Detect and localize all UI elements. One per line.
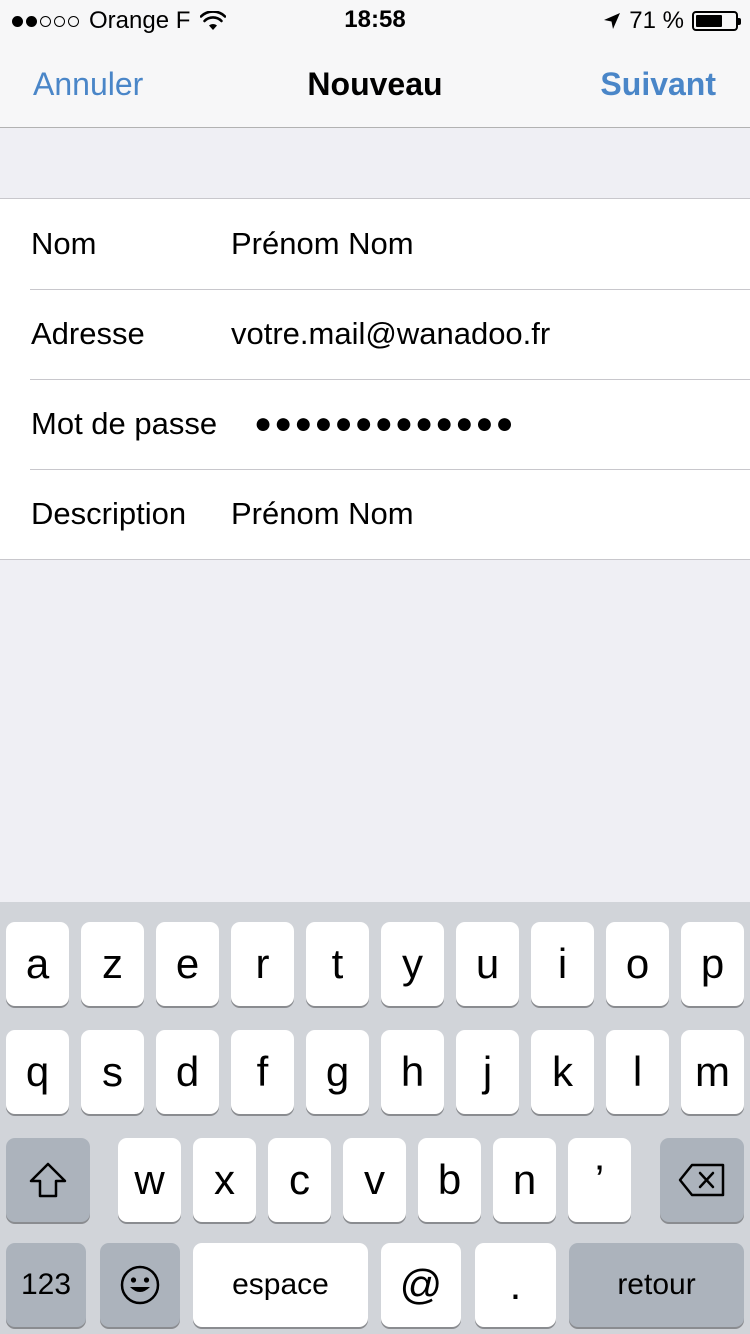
status-bar: Orange F 18:58 71 % [0, 0, 750, 40]
at-key[interactable]: @ [381, 1243, 461, 1327]
key-c[interactable]: c [268, 1138, 331, 1222]
account-form: Nom Prénom Nom Adresse votre.mail@wanado… [0, 198, 750, 560]
key-u[interactable]: u [456, 922, 519, 1006]
navigation-bar: Annuler Nouveau Suivant [0, 40, 750, 128]
keyboard: a z e r t y u i o p q s d f g h j k l m … [0, 902, 750, 1334]
battery-icon [692, 11, 741, 31]
description-row[interactable]: Description Prénom Nom [0, 469, 750, 559]
key-i[interactable]: i [531, 922, 594, 1006]
key-b[interactable]: b [418, 1138, 481, 1222]
description-field[interactable]: Prénom Nom [231, 496, 414, 532]
key-d[interactable]: d [156, 1030, 219, 1114]
key-k[interactable]: k [531, 1030, 594, 1114]
dot-key[interactable]: . [475, 1243, 556, 1327]
shift-key[interactable] [6, 1138, 90, 1222]
key-x[interactable]: x [193, 1138, 256, 1222]
key-h[interactable]: h [381, 1030, 444, 1114]
key-p[interactable]: p [681, 922, 744, 1006]
key-n[interactable]: n [493, 1138, 556, 1222]
shift-icon [29, 1162, 67, 1198]
key-l[interactable]: l [606, 1030, 669, 1114]
key-w[interactable]: w [118, 1138, 181, 1222]
key-y[interactable]: y [381, 922, 444, 1006]
backspace-icon [678, 1163, 725, 1197]
key-g[interactable]: g [306, 1030, 369, 1114]
battery-fill [696, 15, 722, 27]
key-t[interactable]: t [306, 922, 369, 1006]
location-arrow-icon [604, 13, 621, 29]
backspace-key[interactable] [660, 1138, 744, 1222]
next-button[interactable]: Suivant [600, 66, 716, 102]
numbers-key[interactable]: 123 [6, 1243, 86, 1327]
key-r[interactable]: r [231, 922, 294, 1006]
key-q[interactable]: q [6, 1030, 69, 1114]
key-m[interactable]: m [681, 1030, 744, 1114]
name-field[interactable]: Prénom Nom [231, 226, 414, 262]
key-s[interactable]: s [81, 1030, 144, 1114]
return-key[interactable]: retour [569, 1243, 744, 1327]
key-v[interactable]: v [343, 1138, 406, 1222]
emoji-icon [120, 1265, 160, 1305]
address-label: Adresse [31, 316, 145, 351]
name-row[interactable]: Nom Prénom Nom [0, 199, 750, 289]
space-key[interactable]: espace [193, 1243, 368, 1327]
emoji-key[interactable] [100, 1243, 180, 1327]
password-row[interactable]: Mot de passe ●●●●●●●●●●●●● [0, 379, 750, 469]
battery-percent: 71 % [629, 7, 684, 34]
key-o[interactable]: o [606, 922, 669, 1006]
key-e[interactable]: e [156, 922, 219, 1006]
email-field[interactable]: votre.mail@wanadoo.fr [231, 316, 550, 352]
description-label: Description [31, 496, 187, 531]
key-apostrophe[interactable]: ’ [568, 1138, 631, 1222]
address-row[interactable]: Adresse votre.mail@wanadoo.fr [0, 289, 750, 379]
password-label: Mot de passe [31, 406, 218, 441]
key-z[interactable]: z [81, 922, 144, 1006]
key-j[interactable]: j [456, 1030, 519, 1114]
cancel-button[interactable]: Annuler [33, 66, 143, 102]
status-right: 71 % [603, 7, 741, 35]
name-label: Nom [31, 226, 97, 261]
key-a[interactable]: a [6, 922, 69, 1006]
key-f[interactable]: f [231, 1030, 294, 1114]
password-field[interactable]: ●●●●●●●●●●●●● [254, 407, 516, 441]
